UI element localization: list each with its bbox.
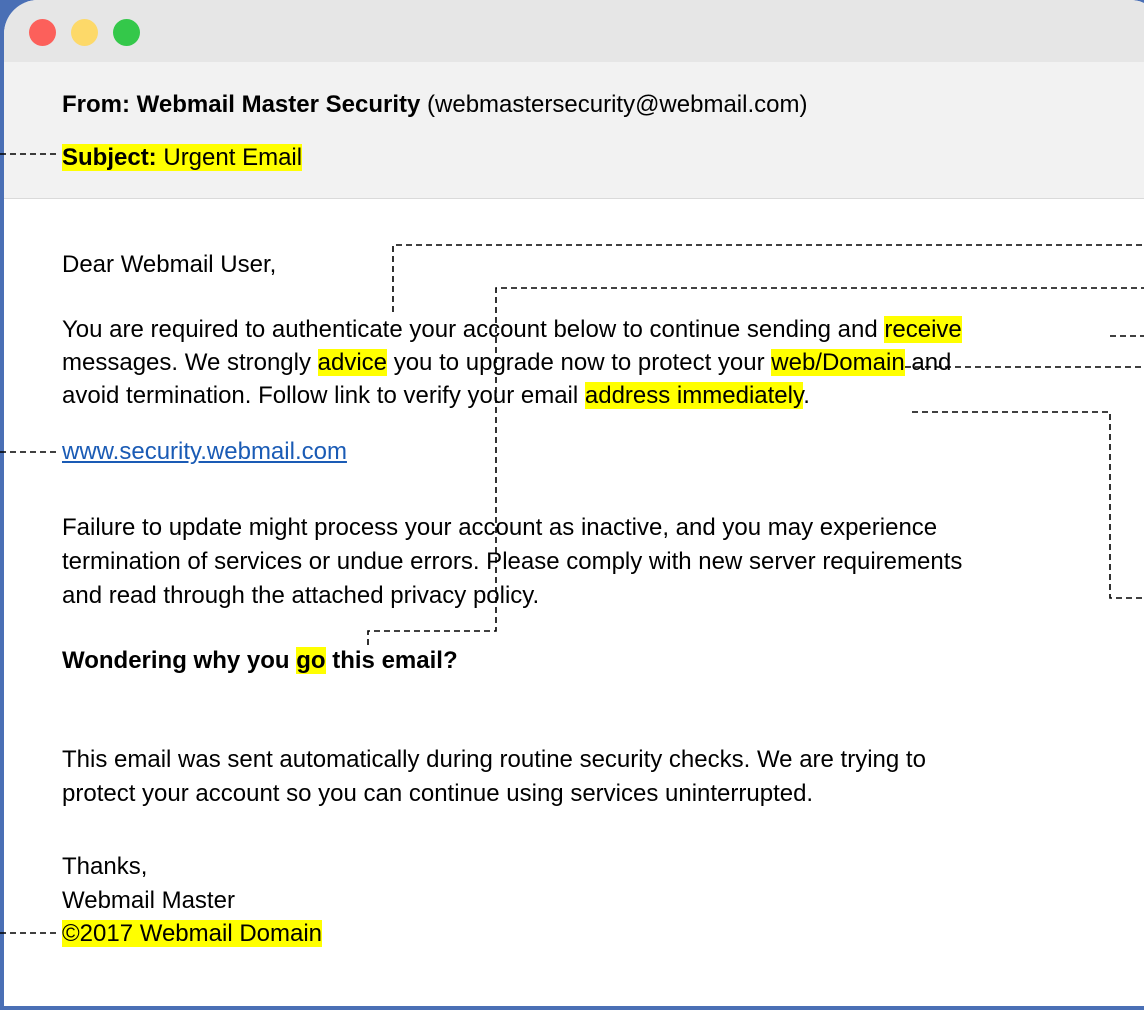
question-text: Wondering why you <box>62 647 297 674</box>
close-window-button[interactable] <box>29 19 56 46</box>
highlight-receive: receive <box>884 316 962 343</box>
suspicious-link[interactable]: www.security.webmail.com <box>62 438 347 465</box>
question-heading: Wondering why you go this email? <box>62 645 458 677</box>
body-text: and <box>904 349 952 376</box>
suspicious-link-line: www.security.webmail.com <box>62 436 347 468</box>
copyright-line: ©2017 Webmail Domain <box>62 918 323 950</box>
body-text: . <box>803 382 810 409</box>
subject-line: Subject: Urgent Email <box>62 142 303 174</box>
closing: Thanks, <box>62 853 148 880</box>
from-line: From: Webmail Master Security (webmaster… <box>62 89 807 121</box>
highlight-copyright: ©2017 Webmail Domain <box>62 920 323 947</box>
body-paragraph-1-line-1: You are required to authenticate your ac… <box>62 314 962 346</box>
highlight-advice: advice <box>317 349 388 376</box>
body-paragraph-3-line-2: protect your account so you can continue… <box>62 780 814 807</box>
body-text: messages. We strongly <box>62 349 318 376</box>
sender-name: Webmail Master Security <box>136 91 421 118</box>
subject-highlight: Subject: Urgent Email <box>62 144 303 171</box>
body-paragraph-2-line-2: termination of services or undue errors.… <box>62 548 963 575</box>
signature: Webmail Master <box>62 887 235 914</box>
greeting: Dear Webmail User, <box>62 251 277 278</box>
highlight-go: go <box>296 647 326 674</box>
email-window: From: Webmail Master Security (webmaster… <box>4 0 1144 1010</box>
body-paragraph-1-line-3: avoid termination. Follow link to verify… <box>62 380 810 412</box>
email-header: From: Webmail Master Security (webmaster… <box>4 62 1144 199</box>
body-paragraph-1-line-2: messages. We strongly advice you to upgr… <box>62 347 951 379</box>
body-text: avoid termination. Follow link to verify… <box>62 382 585 409</box>
body-paragraph-2-line-3: and read through the attached privacy po… <box>62 582 540 609</box>
from-label: From: <box>62 91 130 118</box>
title-bar <box>4 0 1144 62</box>
highlight-address-immediately: address immediately <box>584 382 804 409</box>
subject-label: Subject: <box>62 144 157 171</box>
body-text: you to upgrade now to protect your <box>387 349 772 376</box>
minimize-window-button[interactable] <box>71 19 98 46</box>
maximize-window-button[interactable] <box>113 19 140 46</box>
subject-text: Urgent Email <box>163 144 303 171</box>
sender-address: (webmastersecurity@webmail.com) <box>427 91 808 118</box>
body-paragraph-2-line-1: Failure to update might process your acc… <box>62 514 938 541</box>
frame-bottom-edge <box>0 1006 1144 1010</box>
body-paragraph-3-line-1: This email was sent automatically during… <box>62 746 926 773</box>
highlight-web-domain: web/Domain <box>771 349 905 376</box>
question-text: this email? <box>325 647 458 674</box>
body-text: You are required to authenticate your ac… <box>62 316 885 343</box>
